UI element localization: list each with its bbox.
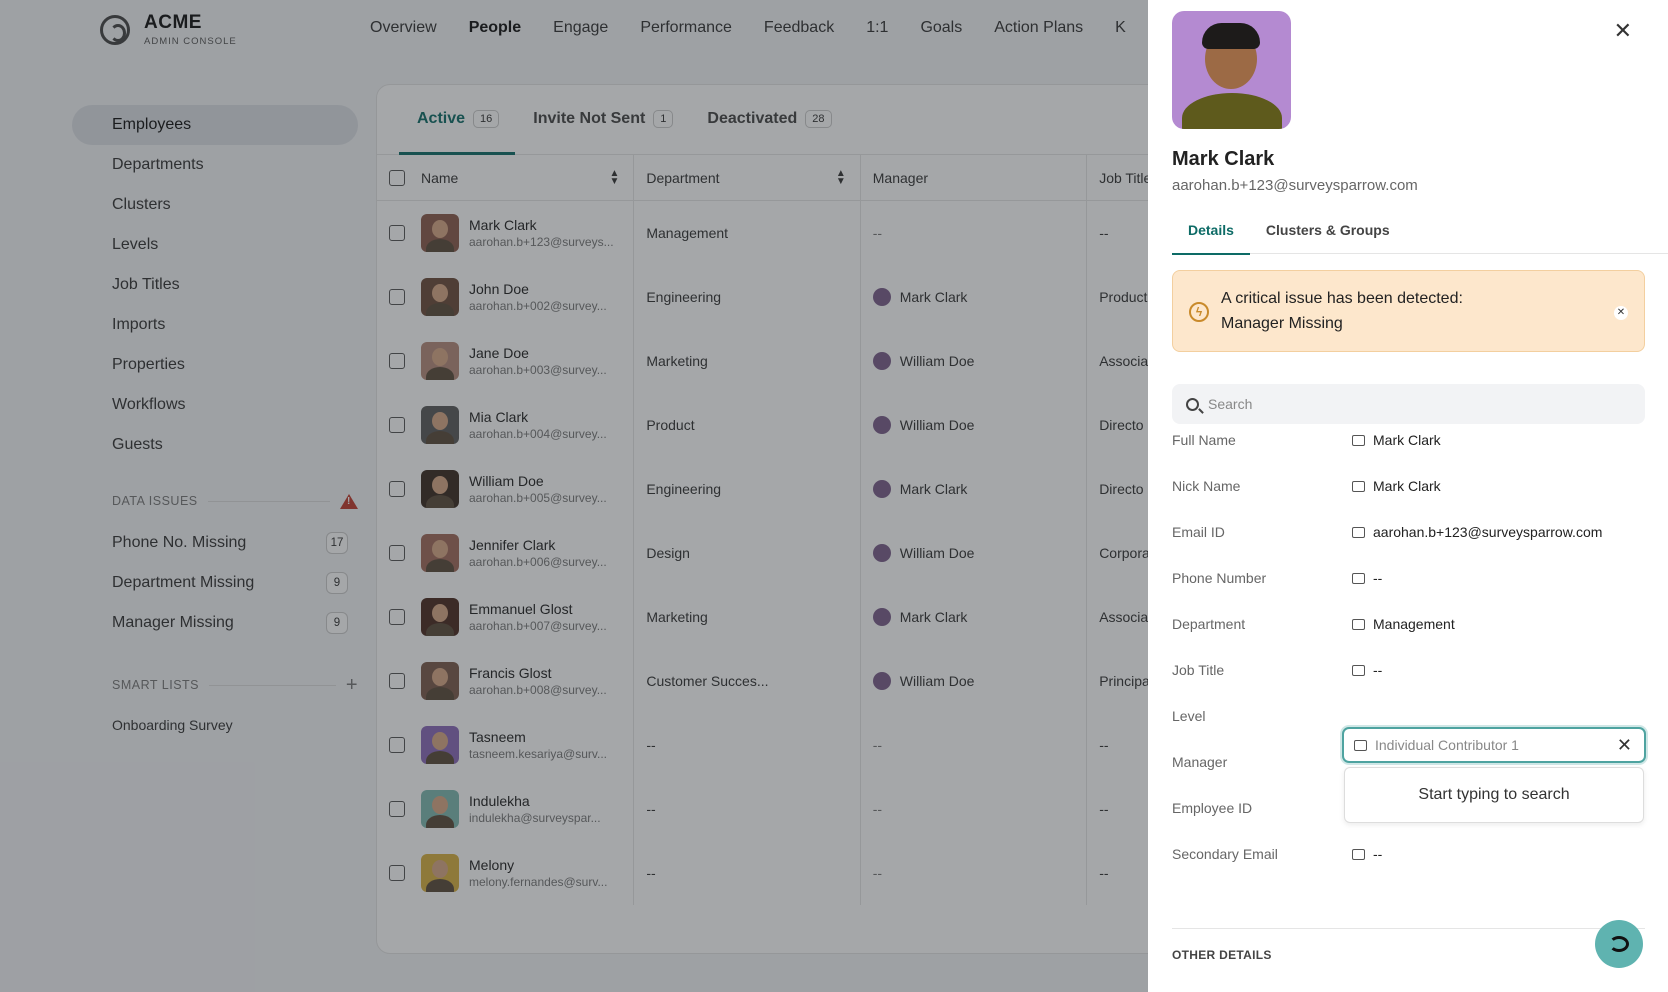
field-icon: [1352, 848, 1365, 860]
field-email-id[interactable]: Email ID aarohan.b+123@surveysparrow.com: [1172, 520, 1645, 544]
field-icon: [1352, 526, 1365, 538]
search-icon: [1186, 397, 1199, 411]
close-icon[interactable]: ✕: [1614, 306, 1628, 320]
tab-details[interactable]: Details: [1172, 222, 1250, 255]
dropdown-hint: Start typing to search: [1418, 786, 1570, 803]
field-label: Nick Name: [1172, 478, 1241, 494]
chat-button[interactable]: [1595, 920, 1643, 968]
field-icon: [1352, 618, 1365, 630]
critical-issue-alert: ϟ A critical issue has been detected: Ma…: [1172, 270, 1645, 352]
field-icon: [1352, 664, 1365, 676]
profile-email: aarohan.b+123@surveysparrow.com: [1172, 177, 1418, 194]
alert-detail: Manager Missing: [1221, 315, 1343, 332]
field-job-title[interactable]: Job Title --: [1172, 658, 1645, 682]
search-input[interactable]: Search: [1172, 384, 1645, 424]
close-icon[interactable]: ✕: [1614, 18, 1632, 44]
field-label: Phone Number: [1172, 570, 1267, 586]
field-icon: [1352, 572, 1365, 584]
level-dropdown: Start typing to search: [1344, 767, 1644, 823]
field-label: Job Title: [1172, 662, 1225, 678]
chat-icon: [1609, 936, 1629, 952]
employee-detail-panel: ✕ Mark Clark aarohan.b+123@surveysparrow…: [1148, 0, 1668, 992]
field-label: Email ID: [1172, 524, 1225, 540]
field-secondary-email[interactable]: Secondary Email --: [1172, 842, 1645, 866]
field-icon: [1352, 480, 1365, 492]
field-icon: [1352, 434, 1365, 446]
field-phone-number[interactable]: Phone Number --: [1172, 566, 1645, 590]
field-nick-name[interactable]: Nick Name Mark Clark: [1172, 474, 1645, 498]
modal-overlay[interactable]: [0, 0, 1148, 992]
level-icon: [1354, 739, 1367, 751]
field-label: Department: [1172, 616, 1246, 632]
field-label: Manager: [1172, 754, 1228, 770]
tab-clusters-groups[interactable]: Clusters & Groups: [1250, 222, 1406, 254]
field-label: Secondary Email: [1172, 846, 1278, 862]
field-level[interactable]: Level: [1172, 704, 1645, 728]
divider: [1172, 928, 1645, 929]
field-department[interactable]: Department Management: [1172, 612, 1645, 636]
alert-title: A critical issue has been detected:: [1221, 290, 1463, 307]
other-details-title: OTHER DETAILS: [1172, 948, 1272, 962]
level-input[interactable]: Individual Contributor 1 ✕: [1342, 727, 1646, 763]
field-label: Employee ID: [1172, 800, 1253, 816]
profile-photo: [1172, 11, 1291, 129]
field-full-name[interactable]: Full Name Mark Clark: [1172, 428, 1645, 452]
clear-icon[interactable]: ✕: [1617, 735, 1632, 756]
panel-tabs: Details Clusters & Groups: [1172, 222, 1668, 255]
field-label: Level: [1172, 708, 1206, 724]
profile-name: Mark Clark: [1172, 148, 1275, 170]
field-label: Full Name: [1172, 432, 1236, 448]
lightning-icon: ϟ: [1189, 302, 1209, 322]
